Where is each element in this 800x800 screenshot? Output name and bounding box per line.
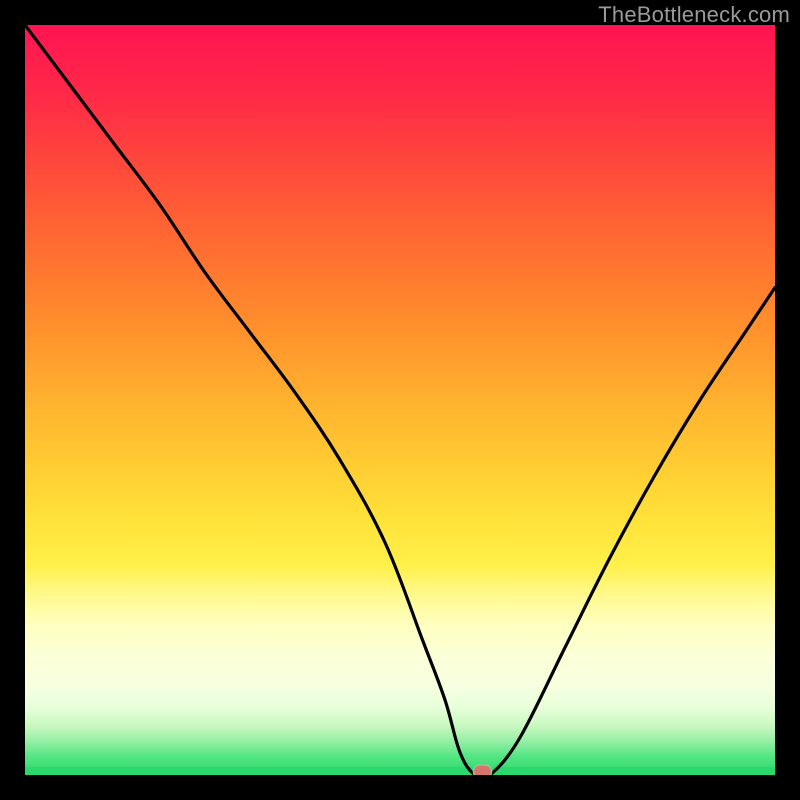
gradient-plot-area: [25, 25, 775, 775]
watermark-label: TheBottleneck.com: [598, 2, 790, 28]
bottleneck-chart: [25, 25, 775, 775]
bottom-band: [25, 767, 775, 775]
optimal-marker: [474, 765, 492, 775]
chart-container: TheBottleneck.com: [0, 0, 800, 800]
